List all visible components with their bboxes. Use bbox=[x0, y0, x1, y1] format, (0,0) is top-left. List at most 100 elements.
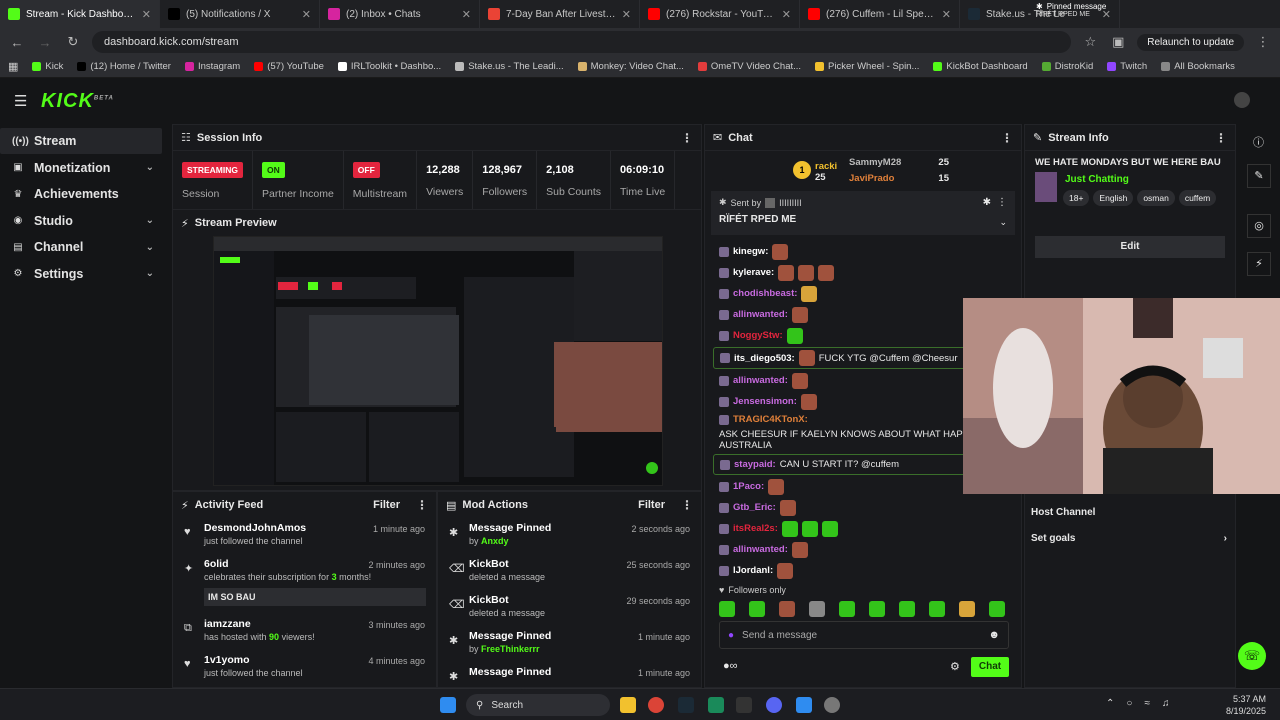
back-icon[interactable]: ← bbox=[8, 35, 26, 50]
hamburger-menu-icon[interactable]: ☰ bbox=[14, 92, 27, 110]
extensions-icon[interactable]: ▣ bbox=[1109, 34, 1127, 50]
bookmark-item[interactable]: Monkey: Video Chat... bbox=[577, 61, 684, 72]
bookmark-item[interactable]: OmeTV Video Chat... bbox=[697, 61, 801, 72]
chevron-down-icon[interactable]: ⌄ bbox=[999, 217, 1007, 228]
emote-icon[interactable] bbox=[989, 601, 1005, 617]
sidebar-item-monetization[interactable]: ▣ Monetization ⌄ bbox=[0, 155, 170, 181]
bolt-icon[interactable]: ⚡ bbox=[1247, 252, 1271, 276]
chat-username[interactable]: itsReal2s: bbox=[733, 523, 778, 534]
chat-message[interactable]: Gtb_Eric: bbox=[705, 497, 1021, 518]
tag-chip[interactable]: English bbox=[1093, 190, 1134, 206]
apps-icon[interactable]: ▦ bbox=[8, 60, 18, 73]
chat-username[interactable]: kylerave: bbox=[733, 267, 774, 278]
emote-icon[interactable] bbox=[929, 601, 945, 617]
bookmark-item[interactable]: Instagram bbox=[184, 61, 240, 72]
tag-chip[interactable]: osman bbox=[1137, 190, 1175, 206]
chat-username[interactable]: TRAGIC4KTonX: bbox=[733, 414, 808, 425]
chrome-icon[interactable] bbox=[648, 697, 664, 713]
chat-username[interactable]: allinwanted: bbox=[733, 544, 788, 555]
file-explorer-icon[interactable] bbox=[620, 697, 636, 713]
chat-message[interactable]: allinwanted: bbox=[705, 539, 1021, 560]
sidebar-item-achievements[interactable]: ♛ Achievements bbox=[0, 181, 170, 207]
browser-tab[interactable]: (5) Notifications / X ✕ bbox=[160, 0, 320, 28]
chat-username[interactable]: allinwanted: bbox=[733, 375, 788, 386]
chat-username[interactable]: NoggyStw: bbox=[733, 330, 783, 341]
app-icon[interactable] bbox=[796, 697, 812, 713]
bookmark-item[interactable]: Kick bbox=[32, 61, 63, 72]
forward-icon[interactable]: → bbox=[36, 35, 54, 50]
kick-logo[interactable]: KICKBETA bbox=[41, 90, 114, 113]
more-options-icon[interactable]: ⋮ bbox=[997, 197, 1007, 208]
network-icon[interactable]: ○ bbox=[1126, 698, 1132, 709]
gear-icon[interactable]: ⚙ bbox=[950, 660, 960, 673]
relaunch-button[interactable]: Relaunch to update bbox=[1137, 33, 1244, 51]
volume-icon[interactable]: ♫ bbox=[1162, 698, 1170, 709]
bookmark-item[interactable]: KickBot Dashboard bbox=[933, 61, 1028, 72]
emote-icon[interactable] bbox=[869, 601, 885, 617]
chat-username[interactable]: allinwanted: bbox=[733, 309, 788, 320]
mod-filter-button[interactable]: Filter bbox=[638, 499, 665, 511]
more-options-icon[interactable]: ⋮ bbox=[681, 131, 693, 145]
bookmark-item[interactable]: Stake.us - The Leadi... bbox=[455, 61, 564, 72]
sidebar-item-studio[interactable]: ◉ Studio ⌄ bbox=[0, 208, 170, 234]
chat-message[interactable]: lJordanl: bbox=[705, 560, 1021, 581]
more-options-icon[interactable]: ⋮ bbox=[681, 498, 693, 512]
chevron-up-icon[interactable]: ⌃ bbox=[1106, 698, 1114, 709]
emote-icon[interactable] bbox=[779, 601, 795, 617]
bookmark-item[interactable]: All Bookmarks bbox=[1161, 61, 1235, 72]
wifi-icon[interactable]: ≈ bbox=[1144, 698, 1150, 709]
bookmark-item[interactable]: (12) Home / Twitter bbox=[77, 61, 171, 72]
bookmark-item[interactable]: IRLToolkit • Dashbo... bbox=[337, 61, 441, 72]
emote-icon[interactable] bbox=[719, 601, 735, 617]
sidebar-item-settings[interactable]: ⚙ Settings ⌄ bbox=[0, 261, 170, 287]
more-options-icon[interactable]: ⋮ bbox=[416, 498, 428, 512]
chat-username[interactable]: its_diego503: bbox=[734, 353, 795, 364]
more-options-icon[interactable]: ⋮ bbox=[1001, 131, 1013, 145]
avatar[interactable] bbox=[1234, 92, 1250, 108]
pencil-icon[interactable]: ✎ bbox=[1247, 164, 1271, 188]
close-icon[interactable]: ✕ bbox=[462, 8, 471, 21]
address-bar[interactable]: dashboard.kick.com/stream bbox=[92, 31, 1072, 53]
settings-icon[interactable] bbox=[824, 697, 840, 713]
emote-icon[interactable] bbox=[749, 601, 765, 617]
browser-tab[interactable]: (2) Inbox • Chats ✕ bbox=[320, 0, 480, 28]
browser-tab[interactable]: 7-Day Ban After Livestream - c ✕ bbox=[480, 0, 640, 28]
chat-message[interactable]: kylerave: bbox=[705, 262, 1021, 283]
bookmark-item[interactable]: DistroKid bbox=[1041, 61, 1093, 72]
chat-username[interactable]: chodishbeast: bbox=[733, 288, 797, 299]
tag-chip[interactable]: 18+ bbox=[1063, 190, 1090, 206]
chat-message[interactable]: itsReal2s: bbox=[705, 518, 1021, 539]
browser-tab[interactable]: (276) Cuffem - Lil Speed (Offici ✕ bbox=[800, 0, 960, 28]
bookmark-item[interactable]: (57) YouTube bbox=[254, 61, 324, 72]
category-link[interactable]: Just Chatting bbox=[1065, 174, 1129, 185]
reload-icon[interactable]: ↻ bbox=[64, 34, 82, 50]
browser-tab[interactable]: (276) Rockstar - YouTube ✕ bbox=[640, 0, 800, 28]
pinned-message[interactable]: ✱ Sent by IIIIIIIII RÏFÉT RPED ME ✱ ⋮ ⌄ bbox=[711, 191, 1015, 235]
chat-username[interactable]: lJordanl: bbox=[733, 565, 773, 576]
set-goals-button[interactable]: Set goals › bbox=[1031, 533, 1227, 544]
emote-icon[interactable] bbox=[809, 601, 825, 617]
chat-username[interactable]: staypaid: bbox=[734, 459, 776, 470]
tag-chip[interactable]: cuffem bbox=[1178, 190, 1217, 206]
chat-input[interactable]: ● Send a message ☻ bbox=[719, 621, 1009, 649]
users-icon[interactable]: ●∞ bbox=[723, 660, 738, 672]
sidebar-item-channel[interactable]: ▤ Channel ⌄ bbox=[0, 234, 170, 260]
app-icon[interactable] bbox=[708, 697, 724, 713]
steam-icon[interactable] bbox=[678, 697, 694, 713]
browser-menu-icon[interactable]: ⋮ bbox=[1254, 34, 1272, 50]
chat-username[interactable]: 1Paco: bbox=[733, 481, 764, 492]
chat-message[interactable]: kinegw: bbox=[705, 241, 1021, 262]
browser-tab[interactable]: Stream - Kick Dashboard ✕ bbox=[0, 0, 160, 28]
emoji-icon[interactable]: ☻ bbox=[988, 629, 1000, 641]
chat-username[interactable]: Gtb_Eric: bbox=[733, 502, 776, 513]
app-icon[interactable] bbox=[736, 697, 752, 713]
pin-icon[interactable]: ✱ bbox=[983, 197, 991, 208]
close-icon[interactable]: ✕ bbox=[782, 8, 791, 21]
system-clock[interactable]: 5:37 AM 8/19/2025 bbox=[1226, 693, 1266, 717]
activity-filter-button[interactable]: Filter bbox=[373, 499, 400, 511]
host-channel-button[interactable]: Host Channel bbox=[1031, 507, 1095, 518]
support-icon[interactable]: ☏ bbox=[1238, 642, 1266, 670]
discord-icon[interactable] bbox=[766, 697, 782, 713]
leader-entry[interactable]: JaviPrado 15 bbox=[849, 173, 949, 184]
bookmark-item[interactable]: Picker Wheel - Spin... bbox=[815, 61, 919, 72]
